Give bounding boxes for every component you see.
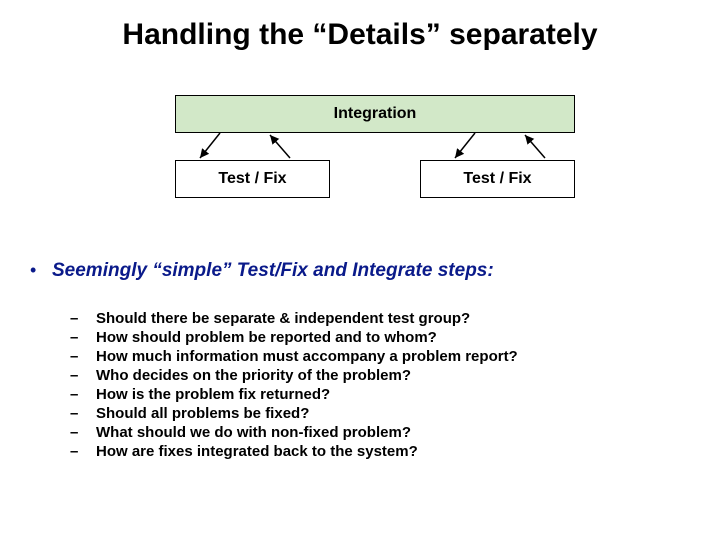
arrow-integration-to-left — [200, 133, 220, 158]
dash-icon: – — [70, 405, 96, 422]
list-item-label: How should problem be reported and to wh… — [96, 329, 437, 346]
list-item-label: Should all problems be fixed? — [96, 405, 309, 422]
lead-text: Seemingly “simple” Test/Fix and Integrat… — [52, 260, 494, 282]
list-item: – How much information must accompany a … — [70, 348, 670, 365]
box-testfix-right: Test / Fix — [420, 160, 575, 198]
slide-title: Handling the “Details” separately — [0, 18, 720, 52]
list-item: – Should all problems be fixed? — [70, 405, 670, 422]
lead-bullet-row: • Seemingly “simple” Test/Fix and Integr… — [30, 260, 670, 282]
list-item-label: How much information must accompany a pr… — [96, 348, 518, 365]
dash-icon: – — [70, 424, 96, 441]
list-item-label: Who decides on the priority of the probl… — [96, 367, 411, 384]
arrow-left-to-integration — [270, 135, 290, 158]
slide: Handling the “Details” separately Integr… — [0, 0, 720, 540]
lead-bullet-icon: • — [30, 260, 52, 281]
arrow-right-to-integration — [525, 135, 545, 158]
list-item-label: Should there be separate & independent t… — [96, 310, 470, 327]
list-item-label: How is the problem fix returned? — [96, 386, 330, 403]
box-integration: Integration — [175, 95, 575, 133]
sub-list: – Should there be separate & independent… — [70, 310, 670, 462]
list-item: – How should problem be reported and to … — [70, 329, 670, 346]
list-item: – What should we do with non-fixed probl… — [70, 424, 670, 441]
dash-icon: – — [70, 329, 96, 346]
list-item: – Should there be separate & independent… — [70, 310, 670, 327]
dash-icon: – — [70, 443, 96, 460]
list-item-label: How are fixes integrated back to the sys… — [96, 443, 418, 460]
dash-icon: – — [70, 367, 96, 384]
list-item: – How is the problem fix returned? — [70, 386, 670, 403]
dash-icon: – — [70, 348, 96, 365]
arrow-integration-to-right — [455, 133, 475, 158]
dash-icon: – — [70, 386, 96, 403]
list-item-label: What should we do with non-fixed problem… — [96, 424, 411, 441]
dash-icon: – — [70, 310, 96, 327]
list-item: – Who decides on the priority of the pro… — [70, 367, 670, 384]
list-item: – How are fixes integrated back to the s… — [70, 443, 670, 460]
box-testfix-left: Test / Fix — [175, 160, 330, 198]
